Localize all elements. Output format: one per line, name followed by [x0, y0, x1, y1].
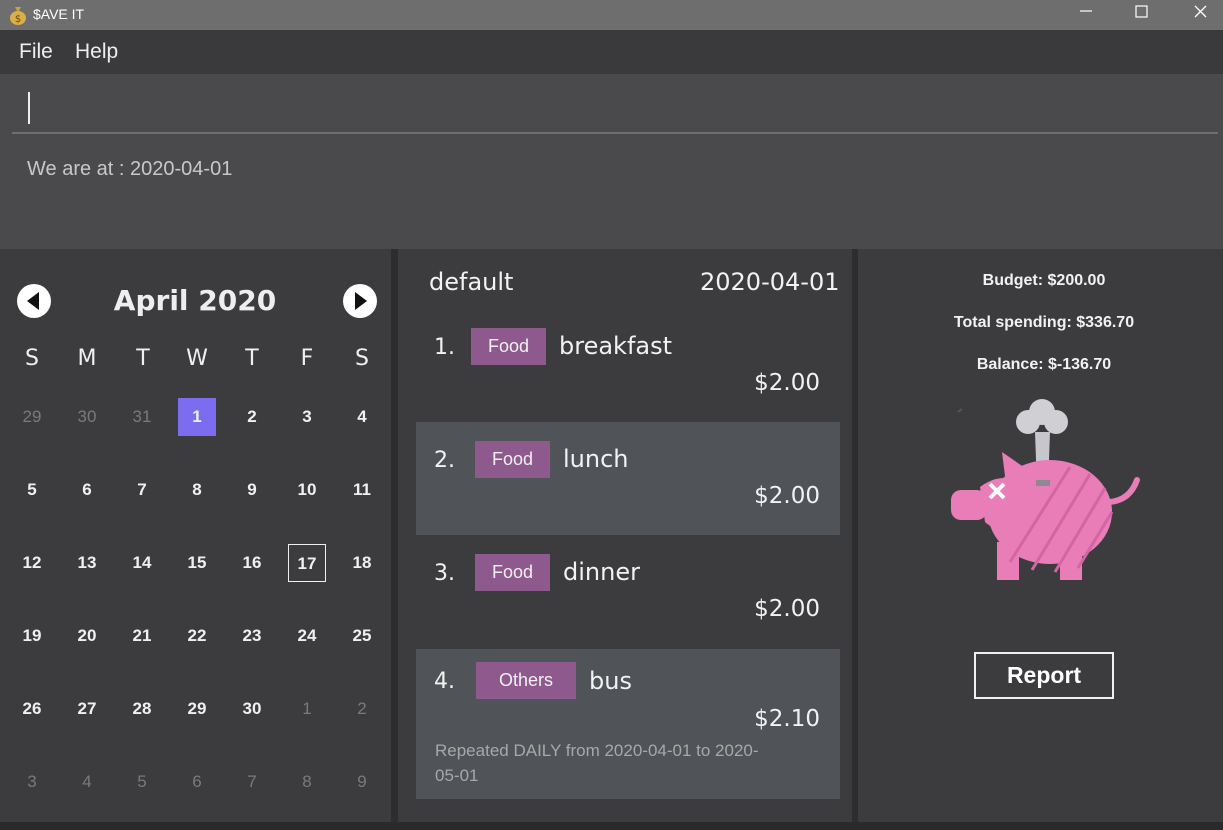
report-button[interactable]: Report: [974, 652, 1114, 699]
calendar-day[interactable]: 5: [123, 763, 161, 801]
calendar-day[interactable]: 14: [123, 544, 161, 582]
calendar-day[interactable]: 30: [233, 690, 271, 728]
next-month-button[interactable]: [343, 284, 377, 318]
expense-tag: Food: [471, 328, 546, 365]
arrow-left-icon: [27, 292, 39, 310]
calendar-day[interactable]: 7: [233, 763, 271, 801]
calendar-day[interactable]: 9: [343, 763, 381, 801]
expense-description: breakfast: [559, 332, 673, 360]
expense-repeat-info: Repeated DAILY from 2020-04-01 to 2020-0…: [435, 741, 759, 785]
weekday-header: W: [186, 346, 208, 371]
expense-amount: $2.00: [754, 370, 820, 396]
expense-index: 4.: [434, 669, 455, 694]
calendar-panel: [0, 249, 391, 822]
calendar-day[interactable]: 29: [13, 398, 51, 436]
expense-amount: $2.00: [754, 483, 820, 509]
calendar-day[interactable]: 1: [288, 690, 326, 728]
calendar-day[interactable]: 4: [343, 398, 381, 436]
calendar-day[interactable]: 30: [68, 398, 106, 436]
calendar-day[interactable]: 5: [13, 471, 51, 509]
close-button[interactable]: [1177, 0, 1223, 30]
expense-tag: Others: [476, 662, 576, 699]
expense-card[interactable]: 3. Food dinner $2.00: [416, 535, 840, 649]
calendar-day[interactable]: 20: [68, 617, 106, 655]
calendar-day[interactable]: 9: [233, 471, 271, 509]
calendar-day[interactable]: 8: [178, 471, 216, 509]
expense-index: 2.: [434, 448, 455, 473]
calendar-day[interactable]: 31: [123, 398, 161, 436]
calendar-day[interactable]: 22: [178, 617, 216, 655]
budget-amount: Budget: $200.00: [982, 272, 1106, 289]
calendar-day[interactable]: 25: [343, 617, 381, 655]
calendar-day[interactable]: 1: [178, 398, 216, 436]
total-spending: Total spending: $336.70: [953, 314, 1135, 331]
expense-card[interactable]: 4. Others bus $2.10 Repeated DAILY from …: [416, 649, 840, 799]
calendar-day[interactable]: 27: [68, 690, 106, 728]
money-bag-icon: $: [10, 7, 26, 25]
calendar-month-title: April 2020: [113, 284, 277, 317]
command-input[interactable]: [12, 84, 1218, 134]
expense-description: lunch: [563, 445, 629, 473]
expense-list-name: default: [429, 268, 514, 296]
command-area: We are at : 2020-04-01: [0, 74, 1223, 249]
svg-text:$: $: [15, 14, 21, 25]
calendar-day[interactable]: 18: [343, 544, 381, 582]
expense-card[interactable]: 2. Food lunch $2.00: [416, 422, 840, 535]
prev-month-button[interactable]: [17, 284, 51, 318]
menu-help[interactable]: Help: [75, 40, 118, 64]
calendar-day[interactable]: 4: [68, 763, 106, 801]
calendar-day[interactable]: 2: [343, 690, 381, 728]
expense-card[interactable]: 1. Food breakfast $2.00: [416, 309, 840, 422]
menu-file[interactable]: File: [19, 40, 53, 64]
calendar-day[interactable]: 12: [13, 544, 51, 582]
calendar-day[interactable]: 29: [178, 690, 216, 728]
weekday-header: T: [245, 346, 259, 371]
calendar-day[interactable]: 24: [288, 617, 326, 655]
calendar-day[interactable]: 8: [288, 763, 326, 801]
expense-list-date: 2020-04-01: [700, 268, 840, 296]
weekday-header: T: [136, 346, 150, 371]
calendar-day[interactable]: 7: [123, 471, 161, 509]
expense-tag: Food: [475, 441, 550, 478]
calendar-day[interactable]: 26: [13, 690, 51, 728]
weekday-header: M: [77, 346, 97, 371]
calendar-day[interactable]: 17: [288, 544, 326, 582]
calendar-day[interactable]: 16: [233, 544, 271, 582]
minimize-button[interactable]: [1063, 0, 1109, 30]
calendar-day[interactable]: 15: [178, 544, 216, 582]
calendar-day[interactable]: 13: [68, 544, 106, 582]
calendar-day[interactable]: 6: [178, 763, 216, 801]
broken-piggy-bank-icon: [951, 399, 1140, 580]
calendar-day[interactable]: 11: [343, 471, 381, 509]
status-strip: [0, 822, 1223, 830]
title-bar: $ $AVE IT: [0, 0, 1223, 30]
weekday-header: S: [355, 346, 369, 371]
expense-index: 1.: [434, 335, 455, 360]
weekday-header: F: [300, 346, 314, 371]
maximize-button[interactable]: [1118, 0, 1164, 30]
expense-amount: $2.00: [754, 596, 820, 622]
expense-amount: $2.10: [754, 706, 820, 732]
calendar-day[interactable]: 10: [288, 471, 326, 509]
text-caret: [28, 92, 30, 124]
calendar-day[interactable]: 23: [233, 617, 271, 655]
expense-description: dinner: [563, 558, 640, 586]
result-display: We are at : 2020-04-01: [27, 158, 233, 180]
expense-description: bus: [589, 667, 632, 695]
calendar-day[interactable]: 2: [233, 398, 271, 436]
calendar-day[interactable]: 3: [288, 398, 326, 436]
expense-index: 3.: [434, 561, 455, 586]
calendar-day[interactable]: 21: [123, 617, 161, 655]
calendar-day[interactable]: 28: [123, 690, 161, 728]
window-title: $AVE IT: [33, 6, 85, 22]
balance-amount: Balance: $-136.70: [976, 356, 1112, 373]
calendar-day[interactable]: 19: [13, 617, 51, 655]
menu-bar: File Help: [0, 30, 1223, 74]
calendar-day[interactable]: 6: [68, 471, 106, 509]
calendar-day[interactable]: 3: [13, 763, 51, 801]
weekday-header: S: [25, 346, 39, 371]
expense-tag: Food: [475, 554, 550, 591]
arrow-right-icon: [355, 292, 367, 310]
